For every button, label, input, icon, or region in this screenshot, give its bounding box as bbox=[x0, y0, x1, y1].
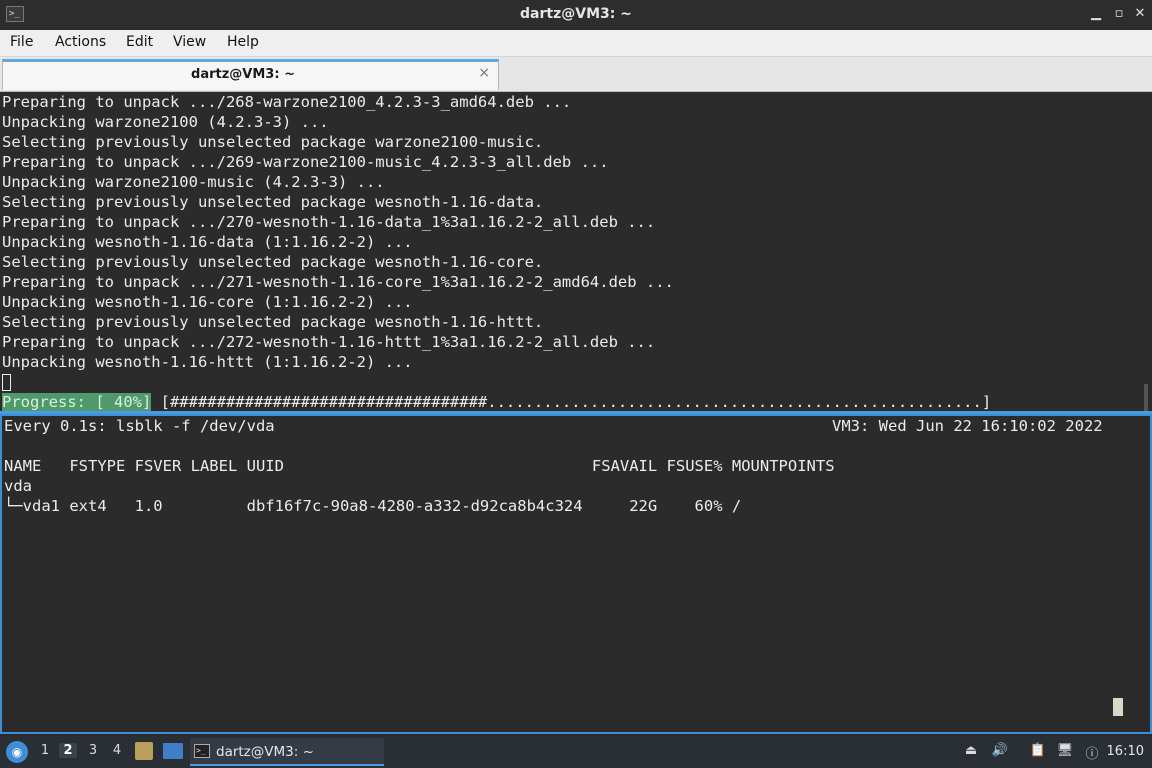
progress-bar: [##################################.....… bbox=[151, 393, 992, 411]
show-desktop-icon[interactable] bbox=[163, 743, 183, 759]
terminal-cursor bbox=[1113, 698, 1123, 716]
terminal-line: Selecting previously unselected package … bbox=[2, 253, 544, 271]
terminal-pane-bottom[interactable]: Every 0.1s: lsblk -f /dev/vda VM3: Wed J… bbox=[0, 414, 1152, 734]
workspace-1[interactable]: 1 bbox=[36, 743, 54, 758]
terminal-line: Unpacking wesnoth-1.16-data (1:1.16.2-2)… bbox=[2, 233, 413, 251]
volume-icon[interactable]: 🔊 bbox=[991, 743, 1009, 761]
clock[interactable]: 16:10 bbox=[1107, 744, 1144, 759]
workspace-2[interactable]: 2 bbox=[59, 743, 77, 758]
watch-header-command: Every 0.1s: lsblk -f /dev/vda bbox=[4, 417, 275, 435]
progress-line: Progress: [ 40%] [######################… bbox=[2, 392, 991, 412]
start-menu-icon[interactable]: ◉ bbox=[6, 741, 28, 763]
window-title: dartz@VM3: ~ bbox=[520, 6, 632, 22]
progress-label: Progress: [ 40%] bbox=[2, 393, 152, 411]
menu-edit[interactable]: Edit bbox=[126, 34, 153, 50]
window-titlebar[interactable]: >_ dartz@VM3: ~ ▁ ▫ ✕ bbox=[0, 0, 1152, 30]
watch-header-timestamp: VM3: Wed Jun 22 16:10:02 2022 bbox=[832, 417, 1103, 435]
file-manager-icon[interactable] bbox=[135, 742, 153, 760]
clipboard-icon[interactable]: 📋 bbox=[1029, 743, 1047, 761]
terminal-line: Selecting previously unselected package … bbox=[2, 133, 544, 151]
lsblk-row: └─vda1 ext4 1.0 dbf16f7c-90a8-4280-a332-… bbox=[4, 497, 742, 515]
menu-actions[interactable]: Actions bbox=[55, 34, 106, 50]
terminal-line: Preparing to unpack .../269-warzone2100-… bbox=[2, 153, 609, 171]
terminal-icon: >_ bbox=[194, 744, 210, 758]
terminal-line: Unpacking wesnoth-1.16-core (1:1.16.2-2)… bbox=[2, 293, 413, 311]
lsblk-row: vda bbox=[4, 477, 32, 495]
eject-icon[interactable]: ⏏ bbox=[962, 743, 980, 761]
terminal-pane-top[interactable]: Preparing to unpack .../268-warzone2100_… bbox=[0, 92, 1152, 412]
terminal-line: Preparing to unpack .../271-wesnoth-1.16… bbox=[2, 273, 674, 291]
taskbar-item-label: dartz@VM3: ~ bbox=[216, 744, 314, 760]
terminal-line: Selecting previously unselected package … bbox=[2, 313, 544, 331]
terminal-line: Selecting previously unselected package … bbox=[2, 193, 544, 211]
scrollbar[interactable] bbox=[1144, 384, 1148, 412]
workspace-3[interactable]: 3 bbox=[84, 743, 102, 758]
terminal-tab[interactable]: dartz@VM3: ~ × bbox=[2, 59, 499, 90]
lsblk-columns: NAME FSTYPE FSVER LABEL UUID FSAVAIL FSU… bbox=[4, 457, 835, 475]
menu-file[interactable]: File bbox=[10, 34, 33, 50]
terminal-line: Unpacking warzone2100 (4.2.3-3) ... bbox=[2, 113, 329, 131]
taskbar-item-terminal[interactable]: >_ dartz@VM3: ~ bbox=[190, 738, 384, 766]
tab-close-icon[interactable]: × bbox=[478, 65, 490, 81]
terminal-line: Preparing to unpack .../270-wesnoth-1.16… bbox=[2, 213, 656, 231]
network-icon[interactable]: 🖥 bbox=[1056, 743, 1074, 761]
terminal-line: Unpacking wesnoth-1.16-httt (1:1.16.2-2)… bbox=[2, 353, 413, 371]
menu-help[interactable]: Help bbox=[227, 34, 259, 50]
minimize-icon[interactable]: ▁ bbox=[1087, 5, 1105, 23]
taskbar: ◉ 1 2 3 4 >_ dartz@VM3: ~ ⏏ 🔊 📋 🖥 ⓘ 16:1… bbox=[0, 736, 1152, 768]
close-icon[interactable]: ✕ bbox=[1131, 5, 1149, 23]
terminal-cursor bbox=[2, 374, 11, 391]
workspace-4[interactable]: 4 bbox=[108, 743, 126, 758]
terminal-line: Unpacking warzone2100-music (4.2.3-3) ..… bbox=[2, 173, 385, 191]
notification-icon[interactable]: ⓘ bbox=[1083, 743, 1101, 762]
maximize-icon[interactable]: ▫ bbox=[1110, 5, 1128, 23]
menu-view[interactable]: View bbox=[173, 34, 206, 50]
tab-bar: dartz@VM3: ~ × bbox=[0, 57, 1152, 92]
menu-bar: File Actions Edit View Help bbox=[0, 30, 1152, 57]
terminal-line: Preparing to unpack .../268-warzone2100_… bbox=[2, 93, 572, 111]
tab-title: dartz@VM3: ~ bbox=[191, 67, 295, 82]
terminal-line: Preparing to unpack .../272-wesnoth-1.16… bbox=[2, 333, 656, 351]
